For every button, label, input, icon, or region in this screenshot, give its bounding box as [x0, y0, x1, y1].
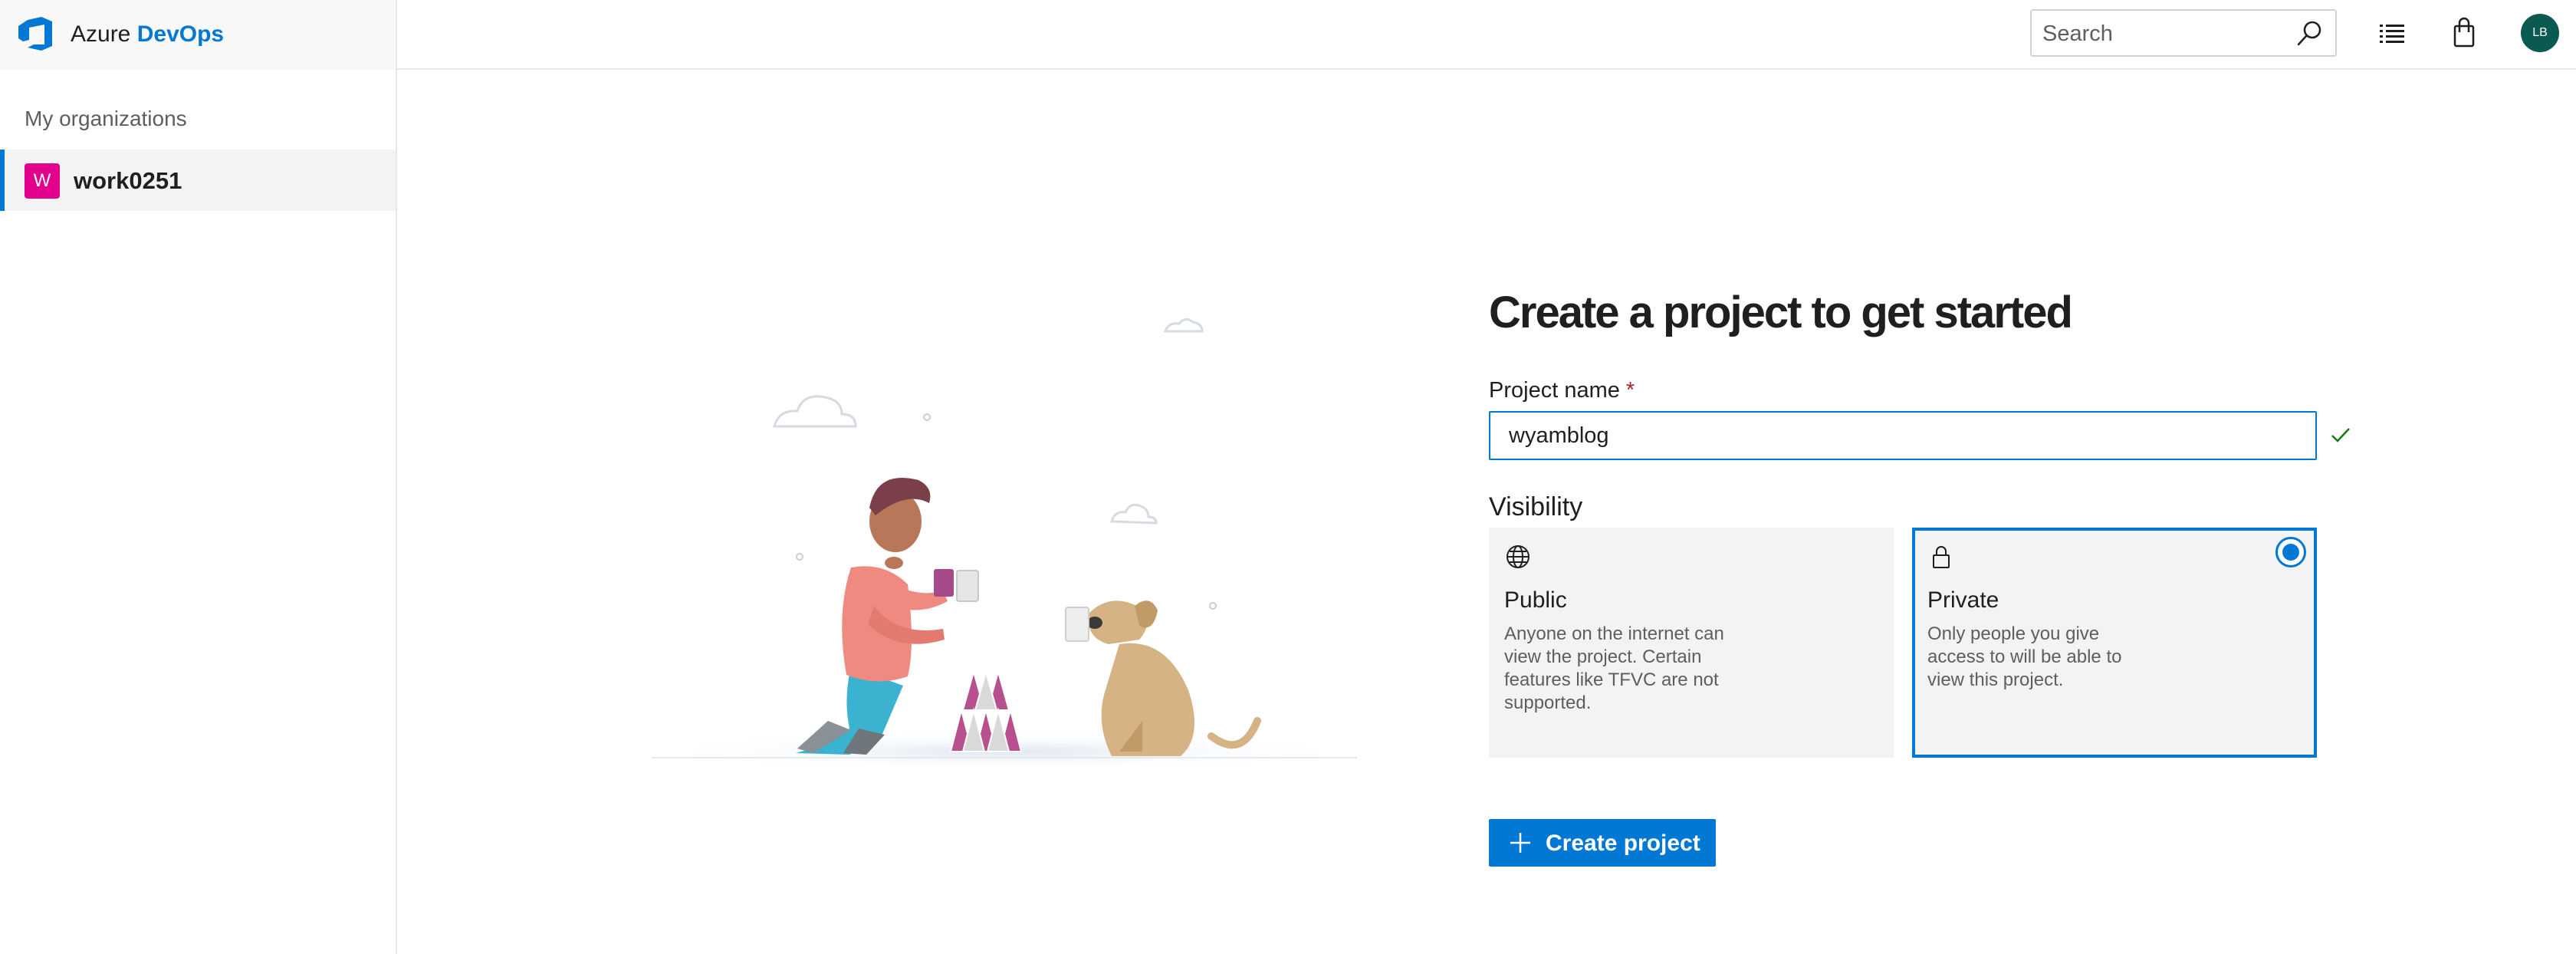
house-of-cards-illustration	[644, 318, 1365, 767]
project-name-input[interactable]	[1489, 411, 2317, 460]
organization-name: work0251	[74, 167, 182, 194]
project-name-label-text: Project name	[1489, 378, 1620, 403]
create-project-button[interactable]: Create project	[1489, 819, 1716, 867]
checkmark-icon	[2331, 428, 2350, 442]
radio-dot	[2282, 544, 2299, 561]
visibility-option-title: Public	[1504, 587, 1567, 613]
visibility-option-title: Private	[1927, 587, 1999, 613]
brand-area[interactable]: Azure DevOps	[0, 0, 397, 70]
visibility-option-description: Anyone on the internet can view the proj…	[1504, 623, 1724, 713]
project-name-label: Project name *	[1489, 378, 1635, 403]
brand-title: Azure DevOps	[71, 21, 224, 48]
search-icon[interactable]	[2294, 18, 2325, 49]
visibility-option-description: Only people you give access to will be a…	[1927, 623, 2122, 690]
brand-name: Azure	[71, 21, 131, 47]
selected-radio-button[interactable]	[2275, 537, 2306, 567]
visibility-option-private[interactable]: Private Only people you give access to w…	[1912, 528, 2317, 758]
top-bar: Azure DevOps LB	[0, 0, 2576, 70]
shopping-bag-icon[interactable]	[2447, 17, 2481, 51]
sidebar: My organizations W work0251	[0, 70, 397, 954]
plus-icon	[1510, 833, 1530, 853]
user-avatar[interactable]: LB	[2521, 14, 2559, 52]
organization-item[interactable]: W work0251	[0, 150, 396, 211]
sidebar-heading: My organizations	[25, 107, 187, 130]
visibility-option-public[interactable]: Public Anyone on the internet can view t…	[1489, 528, 1894, 758]
search-box[interactable]	[2030, 9, 2337, 57]
page-title: Create a project to get started	[1489, 288, 2073, 337]
brand-accent: DevOps	[136, 21, 225, 47]
organization-badge: W	[25, 163, 60, 199]
create-project-label: Create project	[1546, 831, 1700, 856]
lock-icon	[1933, 546, 1950, 568]
azure-devops-logo-icon	[18, 17, 52, 51]
visibility-label: Visibility	[1489, 492, 1583, 521]
selected-indicator	[0, 150, 5, 211]
search-input[interactable]	[2042, 17, 2288, 51]
required-marker: *	[1625, 378, 1635, 403]
globe-icon	[1506, 545, 1530, 568]
task-list-icon[interactable]	[2375, 17, 2409, 51]
